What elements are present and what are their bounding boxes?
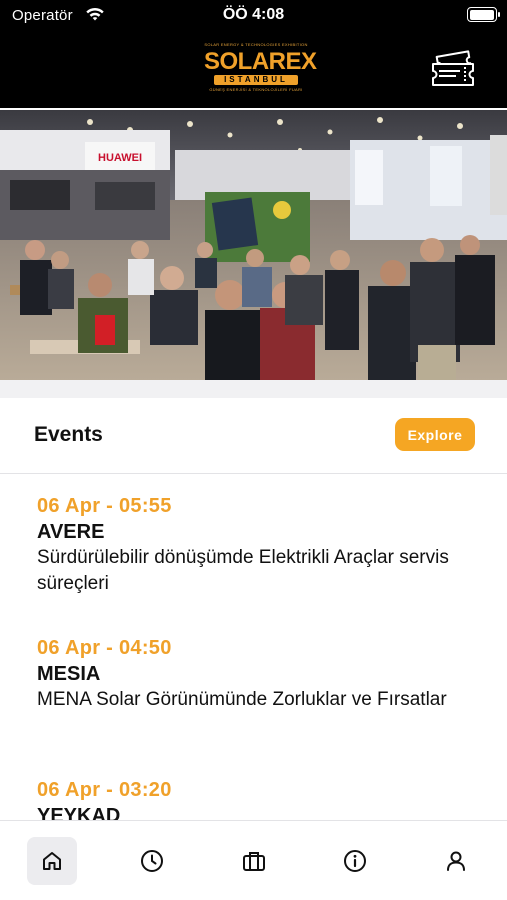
event-item[interactable]: 06 Apr - 04:50 MESIA MENA Solar Görünümü… xyxy=(37,635,477,713)
event-title: Sürdürülebilir dönüşümde Elektrikli Araç… xyxy=(37,547,449,594)
battery-icon xyxy=(467,7,500,22)
events-header: Events Explore xyxy=(0,398,507,474)
tab-schedule[interactable] xyxy=(127,837,177,885)
app-header: Operatör ÖÖ 4:08 SOLAR ENERGY & TECHNOLO… xyxy=(0,0,507,108)
battery-fill xyxy=(469,9,494,20)
tab-home[interactable] xyxy=(27,837,77,885)
tab-info[interactable] xyxy=(330,837,380,885)
explore-button[interactable]: Explore xyxy=(395,418,475,451)
solarex-logo: SOLAR ENERGY & TECHNOLOGIES EXHIBITION S… xyxy=(204,42,317,94)
event-time: 06 Apr - 04:50 xyxy=(37,637,172,659)
event-organizer: AVERE xyxy=(37,521,105,543)
exhibition-banner-image: HUAWEI xyxy=(0,110,507,380)
status-time: ÖÖ 4:08 xyxy=(222,6,285,23)
events-list[interactable]: 06 Apr - 05:55 AVERE Sürdürülebilir dönü… xyxy=(0,475,507,820)
logo-tagline-top: SOLAR ENERGY & TECHNOLOGIES EXHIBITION xyxy=(204,42,308,47)
logo-city: ISTANBUL xyxy=(214,75,298,85)
logo-wordmark: SOLAREX xyxy=(204,48,317,75)
briefcase-icon xyxy=(243,852,265,871)
clock-icon xyxy=(141,850,163,872)
banner-sign-text: HUAWEI xyxy=(98,152,142,164)
section-divider xyxy=(0,380,507,398)
bottom-tab-bar xyxy=(0,820,507,900)
event-item[interactable]: 06 Apr - 03:20 YEYKAD xyxy=(37,777,477,820)
status-bar: Operatör ÖÖ 4:08 xyxy=(0,0,507,30)
tab-profile[interactable] xyxy=(431,837,481,885)
info-icon xyxy=(344,850,366,872)
event-title: MENA Solar Görünümünde Zorluklar ve Fırs… xyxy=(37,689,447,710)
event-item[interactable]: 06 Apr - 05:55 AVERE Sürdürülebilir dönü… xyxy=(37,493,477,597)
event-organizer: MESIA xyxy=(37,663,101,685)
events-title: Events xyxy=(34,423,103,446)
event-time: 06 Apr - 05:55 xyxy=(37,495,172,517)
user-icon xyxy=(447,851,465,871)
event-organizer: YEYKAD xyxy=(37,805,121,820)
logo-tagline-bottom: GÜNEŞ ENERJİSİ & TEKNOLOJİLERİ FUARI xyxy=(209,87,303,92)
home-icon xyxy=(43,852,61,870)
tab-exhibitors[interactable] xyxy=(229,837,279,885)
event-time: 06 Apr - 03:20 xyxy=(37,779,172,801)
ticket-icon[interactable] xyxy=(430,50,476,88)
